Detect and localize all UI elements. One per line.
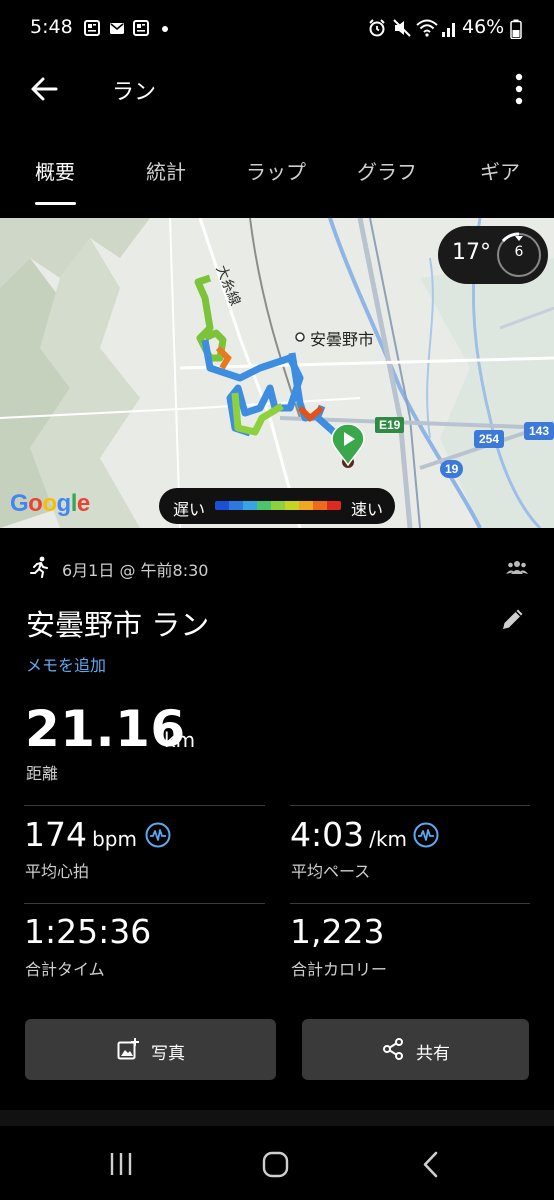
road-badge: E19 (375, 417, 405, 433)
heart-rate-graph-icon[interactable] (145, 822, 171, 848)
legend-swatch (215, 501, 229, 510)
mute-icon (393, 19, 411, 37)
notification-dot (162, 26, 168, 32)
stat-label: 合計タイム (25, 960, 105, 979)
legend-swatch (243, 501, 257, 510)
back-arrow-icon[interactable] (30, 76, 58, 102)
add-photo-icon (117, 1038, 139, 1060)
stat-value: 174 (24, 815, 87, 854)
google-logo: Google (10, 490, 90, 517)
system-nav-bar (0, 1126, 554, 1200)
legend-swatch (257, 501, 271, 510)
route-start-marker (331, 424, 365, 466)
map-place-label: 安曇野市 (310, 330, 375, 349)
road-badge: 254 (474, 430, 505, 448)
tab-laps[interactable]: ラップ (246, 156, 306, 185)
total-calories-stat: 1,223 (290, 912, 384, 951)
share-label: 共有 (416, 1044, 450, 1064)
share-button[interactable]: 共有 (302, 1019, 529, 1080)
tab-overview[interactable]: 概要 (35, 156, 75, 185)
battery-percent: 46% (462, 16, 505, 38)
road-badge: 143 (524, 422, 554, 440)
stat-value: 4:03 (290, 815, 365, 854)
stat-unit: /km (369, 827, 408, 851)
news-icon (84, 20, 100, 36)
pace-graph-icon[interactable] (413, 822, 439, 848)
news-icon (133, 20, 149, 36)
page-title: ラン (112, 80, 157, 105)
activity-datetime: 6月1日 @ 午前8:30 (62, 561, 209, 580)
tab-gear[interactable]: ギア (480, 156, 520, 185)
stat-value: 1:25:36 (24, 912, 152, 951)
stat-value: 1,223 (290, 912, 385, 951)
legend-swatch (271, 501, 285, 510)
avg-heart-rate-stat: 174 bpm (24, 815, 137, 854)
group-icon[interactable] (506, 560, 528, 574)
distance-label: 距離 (26, 764, 59, 783)
avg-pace-stat: 4:03 /km (290, 815, 407, 854)
legend-fast-label: 速い (351, 500, 384, 519)
active-tab-indicator (35, 202, 76, 205)
legend-swatch (299, 501, 313, 510)
divider (24, 805, 265, 806)
home-icon[interactable] (262, 1151, 289, 1178)
tab-stats[interactable]: 統計 (146, 156, 186, 185)
speed-gradient-bar (215, 501, 341, 510)
status-bar: 5:48 46% (0, 0, 554, 60)
speed-legend: 遅い 速い (159, 488, 395, 524)
stat-unit: bpm (92, 827, 137, 851)
edit-pencil-icon[interactable] (500, 606, 526, 632)
nav-back-icon[interactable] (420, 1151, 440, 1178)
stat-label: 平均心拍 (25, 862, 90, 881)
legend-swatch (229, 501, 243, 510)
legend-slow-label: 遅い (173, 500, 206, 519)
activity-title: 安曇野市 ラン (26, 608, 210, 642)
distance-unit: km (164, 728, 196, 752)
legend-swatch (285, 501, 299, 510)
road-badge: 19 (440, 460, 464, 478)
wind-speed: 6 (514, 244, 524, 260)
battery-icon (510, 19, 522, 39)
legend-swatch (327, 501, 341, 510)
add-photo-button[interactable]: 写真 (25, 1019, 276, 1080)
divider (290, 903, 530, 904)
legend-swatch (313, 501, 327, 510)
add-memo-link[interactable]: メモを追加 (26, 652, 106, 676)
distance-value: 21.16 (25, 700, 186, 758)
recents-icon[interactable] (108, 1151, 134, 1177)
stat-label: 平均ペース (291, 862, 371, 881)
stat-label: 合計カロリー (291, 960, 388, 979)
tab-graph[interactable]: グラフ (357, 156, 417, 185)
signal-icon (442, 23, 455, 37)
running-icon (30, 556, 48, 578)
mail-icon (110, 23, 124, 34)
divider (290, 805, 530, 806)
alarm-icon (369, 19, 385, 37)
wifi-icon (416, 19, 438, 37)
status-time: 5:48 (30, 16, 73, 38)
divider (24, 903, 265, 904)
add-photo-label: 写真 (151, 1044, 185, 1064)
total-time-stat: 1:25:36 (24, 912, 151, 951)
share-icon (383, 1038, 403, 1060)
temperature: 17° (452, 240, 491, 265)
more-options-icon[interactable] (512, 72, 526, 106)
weather-chip: 17° 6 (438, 226, 548, 284)
content-bottom-strip (0, 1110, 554, 1126)
